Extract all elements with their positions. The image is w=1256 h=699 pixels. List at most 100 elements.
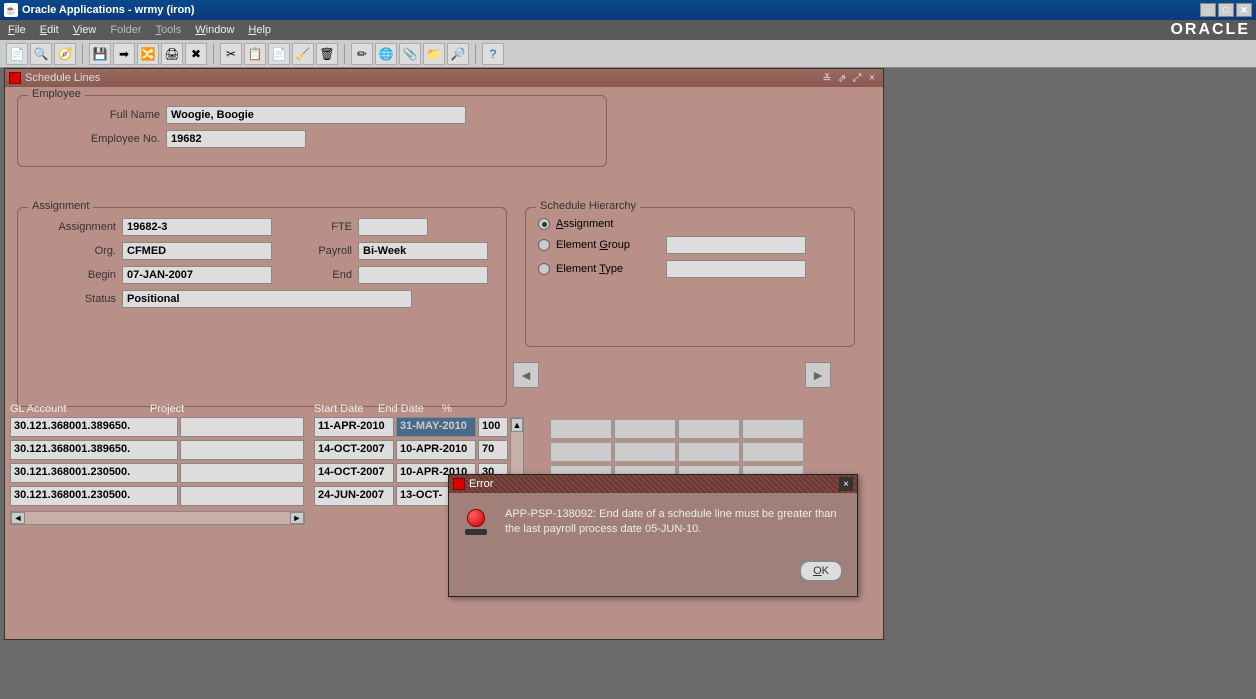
nav-icon[interactable]: 🧭: [54, 43, 76, 65]
end-field[interactable]: [358, 266, 488, 284]
paste-icon[interactable]: 📄: [268, 43, 290, 65]
element-group-field[interactable]: [666, 236, 806, 254]
grid-cell[interactable]: 24-JUN-2007: [314, 486, 394, 506]
radio-assignment[interactable]: [538, 218, 550, 230]
menu-view[interactable]: View: [73, 24, 97, 36]
nav-next-button[interactable]: ►: [805, 362, 831, 388]
help-icon[interactable]: ?: [482, 43, 504, 65]
employee-legend: Employee: [28, 88, 85, 100]
emp-no-field[interactable]: 19682: [166, 130, 306, 148]
table-row[interactable]: 30.121.368001.389650. 11-APR-201031-MAY-2…: [10, 417, 510, 437]
begin-field[interactable]: 07-JAN-2007: [122, 266, 272, 284]
grid-cell[interactable]: 31-MAY-2010: [396, 417, 476, 437]
delete-icon[interactable]: 🗑: [316, 43, 338, 65]
status-label: Status: [30, 293, 116, 305]
col-gl: GL Account: [10, 403, 150, 415]
grid-hscroll[interactable]: ◄ ►: [10, 511, 305, 525]
scroll-left-icon[interactable]: ◄: [11, 512, 25, 524]
window-titlebar: ☕ Oracle Applications - wrmy (iron) _ □ …: [0, 0, 1256, 20]
intwin-maximize-icon[interactable]: ⤢: [850, 71, 864, 85]
oracle-red-icon: [9, 72, 21, 84]
payroll-label: Payroll: [272, 245, 352, 257]
ph-cell[interactable]: [550, 442, 612, 462]
menu-edit[interactable]: Edit: [40, 24, 59, 36]
ph-cell[interactable]: [614, 442, 676, 462]
grid-cell[interactable]: 30.121.368001.230500.: [10, 486, 178, 506]
new-icon[interactable]: 📄: [6, 43, 28, 65]
grid-cell[interactable]: 30.121.368001.230500.: [10, 463, 178, 483]
org-field[interactable]: CFMED: [122, 242, 272, 260]
full-name-label: Full Name: [30, 109, 160, 121]
table-row[interactable]: 30.121.368001.230500.14-OCT-200710-APR-2…: [10, 463, 510, 483]
translate-icon[interactable]: 🌐: [375, 43, 397, 65]
grid-cell[interactable]: [180, 417, 304, 437]
menu-tools[interactable]: Tools: [156, 24, 182, 36]
table-row[interactable]: 30.121.368001.230500.24-JUN-200713-OCT-: [10, 486, 510, 506]
ph-cell[interactable]: [742, 442, 804, 462]
ph-cell[interactable]: [678, 419, 740, 439]
minimize-button[interactable]: _: [1200, 3, 1216, 17]
error-close-button[interactable]: ×: [839, 477, 853, 491]
grid-cell[interactable]: 10-APR-2010: [396, 440, 476, 460]
grid-cell[interactable]: 70: [478, 440, 508, 460]
menu-folder[interactable]: Folder: [110, 24, 141, 36]
grid-cell[interactable]: [180, 486, 304, 506]
element-type-field[interactable]: [666, 260, 806, 278]
col-end: End Date: [378, 403, 442, 415]
grid-cell[interactable]: 11-APR-2010: [314, 417, 394, 437]
menu-help[interactable]: Help: [248, 24, 271, 36]
fte-label: FTE: [272, 221, 352, 233]
nav-prev-button[interactable]: ◄: [513, 362, 539, 388]
radio-element-group[interactable]: [538, 239, 550, 251]
find-icon[interactable]: 🔍: [30, 43, 52, 65]
payroll-field[interactable]: Bi-Week: [358, 242, 488, 260]
menu-file[interactable]: File: [8, 24, 26, 36]
assignment-fieldset: Assignment Assignment 19682-3 FTE Org. C…: [17, 207, 507, 407]
begin-label: Begin: [30, 269, 116, 281]
scroll-up-icon[interactable]: ▲: [511, 418, 523, 432]
print-icon[interactable]: 🖨: [161, 43, 183, 65]
grid-cell[interactable]: 100: [478, 417, 508, 437]
fte-field[interactable]: [358, 218, 428, 236]
switch-icon[interactable]: 🔀: [137, 43, 159, 65]
grid-cell[interactable]: 14-OCT-2007: [314, 463, 394, 483]
next-step-icon[interactable]: ➡: [113, 43, 135, 65]
grid-cell[interactable]: 30.121.368001.389650.: [10, 440, 178, 460]
scroll-right-icon[interactable]: ►: [290, 512, 304, 524]
hierarchy-legend: Schedule Hierarchy: [536, 200, 640, 212]
assignment-field[interactable]: 19682-3: [122, 218, 272, 236]
intwin-restore-icon[interactable]: ⇗: [835, 71, 849, 85]
org-label: Org.: [30, 245, 116, 257]
ph-cell[interactable]: [742, 419, 804, 439]
full-name-field[interactable]: Woogie, Boogie: [166, 106, 466, 124]
clear-icon[interactable]: 🧹: [292, 43, 314, 65]
attach-icon[interactable]: 📎: [399, 43, 421, 65]
grid-cell[interactable]: [180, 463, 304, 483]
save-icon[interactable]: 💾: [89, 43, 111, 65]
error-title: Error: [469, 478, 493, 490]
grid-cell[interactable]: 14-OCT-2007: [314, 440, 394, 460]
ok-button[interactable]: OK: [799, 560, 843, 582]
employee-fieldset: Employee Full Name Woogie, Boogie Employ…: [17, 95, 607, 167]
ph-cell[interactable]: [678, 442, 740, 462]
menu-window[interactable]: Window: [195, 24, 234, 36]
grid-cell[interactable]: [180, 440, 304, 460]
internal-window-titlebar: Schedule Lines ≚ ⇗ ⤢ ×: [5, 69, 883, 87]
status-field[interactable]: Positional: [122, 290, 412, 308]
table-row[interactable]: 30.121.368001.389650. 14-OCT-200710-APR-2…: [10, 440, 510, 460]
zoom-icon[interactable]: 🔎: [447, 43, 469, 65]
close-button[interactable]: ✕: [1236, 3, 1252, 17]
folder-tools-icon[interactable]: 📁: [423, 43, 445, 65]
ph-cell[interactable]: [614, 419, 676, 439]
grid-cell[interactable]: 30.121.368001.389650.: [10, 417, 178, 437]
radio-element-group-label: Element Group: [556, 239, 666, 251]
copy-icon[interactable]: 📋: [244, 43, 266, 65]
ph-cell[interactable]: [550, 419, 612, 439]
edit-icon[interactable]: ✏: [351, 43, 373, 65]
intwin-minimize-icon[interactable]: ≚: [820, 71, 834, 85]
maximize-button[interactable]: □: [1218, 3, 1234, 17]
cut-icon[interactable]: ✂: [220, 43, 242, 65]
close-form-icon[interactable]: ✖: [185, 43, 207, 65]
intwin-close-icon[interactable]: ×: [865, 71, 879, 85]
radio-element-type[interactable]: [538, 263, 550, 275]
